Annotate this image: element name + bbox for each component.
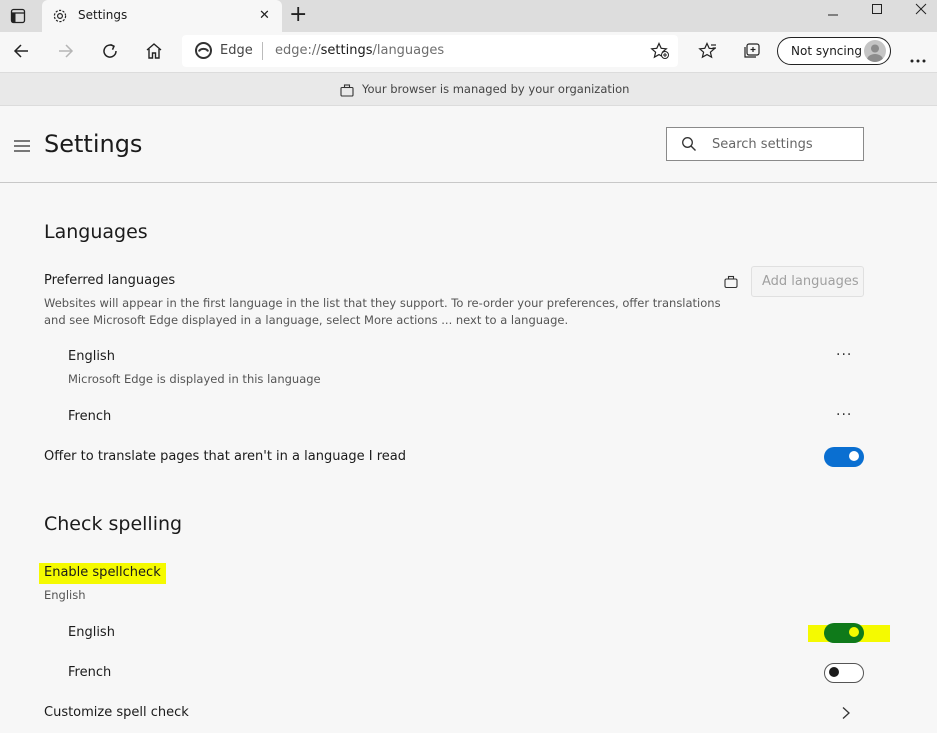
language-item-english-note: Microsoft Edge is displayed in this lang…	[68, 372, 321, 386]
search-placeholder: Search settings	[712, 137, 813, 152]
back-icon[interactable]	[12, 42, 30, 60]
spellcheck-french-toggle[interactable]	[824, 663, 864, 683]
languages-section-title: Languages	[44, 221, 148, 243]
address-separator	[262, 42, 263, 60]
enable-spellcheck-label: Enable spellcheck	[44, 565, 161, 580]
new-tab-icon[interactable]: +	[289, 2, 307, 27]
toggle-knob	[829, 667, 839, 677]
home-icon[interactable]	[144, 41, 164, 61]
managed-notice: Your browser is managed by your organiza…	[362, 82, 630, 96]
avatar	[864, 40, 886, 62]
refresh-icon[interactable]	[100, 41, 120, 61]
language-item-english: English	[68, 349, 115, 364]
tab-close-icon[interactable]: ✕	[259, 8, 270, 23]
enable-spellcheck-sub: English	[44, 588, 86, 602]
add-favorite-icon[interactable]	[650, 42, 670, 60]
preferred-languages-title: Preferred languages	[44, 273, 176, 288]
minimize-icon[interactable]	[827, 6, 839, 18]
page-title: Settings	[44, 130, 143, 158]
address-brand: Edge	[220, 43, 253, 58]
toggle-knob	[849, 627, 859, 637]
hamburger-menu-icon[interactable]	[13, 138, 31, 152]
offer-translate-label: Offer to translate pages that aren't in …	[44, 449, 407, 464]
language-item-french: French	[68, 409, 112, 424]
briefcase-icon	[340, 82, 354, 97]
chevron-right-icon[interactable]	[841, 705, 851, 719]
maximize-icon[interactable]	[871, 0, 883, 14]
close-icon[interactable]	[915, 0, 927, 15]
toggle-knob	[849, 451, 859, 461]
header-divider	[0, 182, 937, 183]
search-icon	[681, 136, 697, 152]
edge-logo-icon	[195, 42, 212, 59]
policy-briefcase-icon	[724, 274, 738, 289]
spellcheck-item-french: French	[68, 665, 112, 680]
more-menu-icon[interactable]	[909, 49, 927, 63]
customize-spell-check-label[interactable]: Customize spell check	[44, 705, 189, 720]
preferred-languages-description: Websites will appear in the first langua…	[44, 296, 721, 327]
gear-icon	[52, 8, 68, 24]
spellcheck-item-english: English	[68, 625, 115, 640]
favorites-icon[interactable]	[698, 42, 718, 60]
collections-icon[interactable]	[742, 42, 762, 60]
tab-title: Settings	[78, 8, 128, 22]
sync-status: Not syncing	[791, 44, 862, 58]
forward-icon	[57, 42, 75, 60]
tab-actions-icon[interactable]	[10, 8, 26, 24]
check-spelling-section-title: Check spelling	[44, 513, 183, 535]
english-more-actions-button[interactable]: ···	[836, 347, 852, 363]
french-more-actions-button[interactable]: ···	[836, 407, 852, 423]
add-languages-label: Add languages	[762, 274, 859, 289]
address-url[interactable]: edge://settings/languages	[275, 43, 444, 58]
spellcheck-english-toggle[interactable]	[824, 623, 864, 643]
offer-translate-toggle[interactable]	[824, 447, 864, 467]
